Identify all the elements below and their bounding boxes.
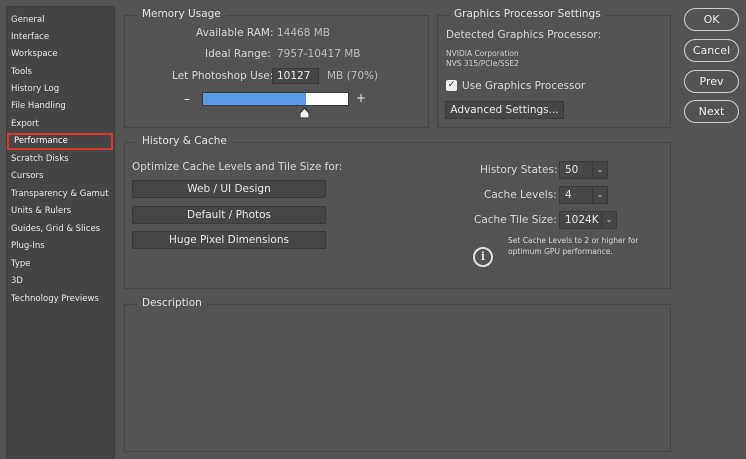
chevron-down-icon: ⌄	[592, 187, 607, 203]
gpu-vendor: NVIDIA Corporation	[446, 49, 519, 58]
let-photoshop-use-label: Let Photoshop Use:	[172, 70, 274, 82]
chevron-down-icon: ⌄	[592, 162, 607, 178]
sidebar-item-history-log[interactable]: History Log	[11, 83, 59, 95]
ok-button[interactable]: OK	[684, 8, 739, 31]
history-states-value: 50	[565, 164, 579, 176]
decrease-memory-button[interactable]: –	[184, 92, 190, 106]
sidebar-item-export[interactable]: Export	[11, 118, 39, 130]
cache-tile-size-select[interactable]: 1024K ⌄	[559, 211, 617, 229]
cache-info-line1: Set Cache Levels to 2 or higher for	[508, 236, 639, 245]
sidebar-item-performance[interactable]: Performance	[7, 133, 113, 150]
sidebar-item-cursors[interactable]: Cursors	[11, 170, 43, 182]
available-ram-label: Available RAM:	[196, 27, 274, 39]
checkmark-icon: ✓	[447, 80, 456, 90]
sidebar-item-scratch-disks[interactable]: Scratch Disks	[11, 153, 69, 165]
sidebar-item-plug-ins[interactable]: Plug-Ins	[11, 240, 45, 252]
ideal-range-label: Ideal Range:	[205, 48, 271, 60]
prev-button[interactable]: Prev	[684, 70, 739, 93]
sidebar-item-guides-grid-slices[interactable]: Guides, Grid & Slices	[11, 223, 100, 235]
sidebar-item-transparency-gamut[interactable]: Transparency & Gamut	[11, 188, 109, 200]
description-group: Description	[124, 297, 671, 452]
cache-levels-value: 4	[565, 189, 572, 201]
description-title: Description	[137, 297, 207, 309]
sidebar-item-3d[interactable]: 3D	[11, 275, 23, 287]
available-ram-value: 14468 MB	[277, 27, 331, 39]
cancel-button[interactable]: Cancel	[684, 39, 739, 62]
use-gpu-label: Use Graphics Processor	[462, 80, 586, 92]
sidebar-item-tools[interactable]: Tools	[11, 66, 32, 78]
increase-memory-button[interactable]: +	[356, 91, 366, 105]
cache-info-line2: optimum GPU performance.	[508, 247, 613, 256]
memory-slider-thumb[interactable]	[300, 108, 310, 118]
gpu-model: NVS 315/PCIe/SSE2	[446, 59, 519, 68]
sidebar-item-workspace[interactable]: Workspace	[11, 48, 57, 60]
info-icon: i	[473, 247, 493, 267]
optimize-cache-label: Optimize Cache Levels and Tile Size for:	[132, 161, 343, 173]
default-photos-button[interactable]: Default / Photos	[132, 206, 326, 224]
sidebar-item-units-rulers[interactable]: Units & Rulers	[11, 205, 71, 217]
use-gpu-checkbox[interactable]: ✓	[446, 80, 457, 91]
detected-gpu-label: Detected Graphics Processor:	[446, 29, 602, 41]
huge-pixel-dimensions-button[interactable]: Huge Pixel Dimensions	[132, 231, 326, 249]
sidebar-item-general[interactable]: General	[11, 14, 45, 26]
let-photoshop-use-percent: MB (70%)	[327, 70, 379, 82]
sidebar-item-type[interactable]: Type	[11, 258, 31, 270]
sidebar-item-interface[interactable]: Interface	[11, 31, 49, 43]
sidebar-item-file-handling[interactable]: File Handling	[11, 100, 66, 112]
let-photoshop-use-input[interactable]: 10127	[272, 68, 319, 84]
chevron-down-icon: ⌄	[601, 212, 616, 228]
next-button[interactable]: Next	[684, 100, 739, 123]
cache-levels-label: Cache Levels:	[484, 189, 557, 201]
ideal-range-value: 7957-10417 MB	[277, 48, 361, 60]
cache-tile-size-value: 1024K	[565, 214, 599, 226]
cache-tile-size-label: Cache Tile Size:	[474, 214, 557, 226]
memory-slider-track[interactable]	[202, 92, 349, 106]
gpu-settings-title: Graphics Processor Settings	[449, 8, 606, 20]
memory-slider-fill	[203, 93, 306, 105]
cache-levels-select[interactable]: 4 ⌄	[559, 186, 608, 204]
web-ui-design-button[interactable]: Web / UI Design	[132, 180, 326, 198]
advanced-settings-button[interactable]: Advanced Settings...	[445, 101, 564, 119]
history-states-label: History States:	[480, 164, 558, 176]
memory-usage-title: Memory Usage	[137, 8, 226, 20]
preferences-sidebar: General Interface Workspace Tools Histor…	[6, 6, 115, 459]
sidebar-item-technology-previews[interactable]: Technology Previews	[11, 293, 99, 305]
history-states-select[interactable]: 50 ⌄	[559, 161, 608, 179]
history-cache-title: History & Cache	[137, 135, 232, 147]
